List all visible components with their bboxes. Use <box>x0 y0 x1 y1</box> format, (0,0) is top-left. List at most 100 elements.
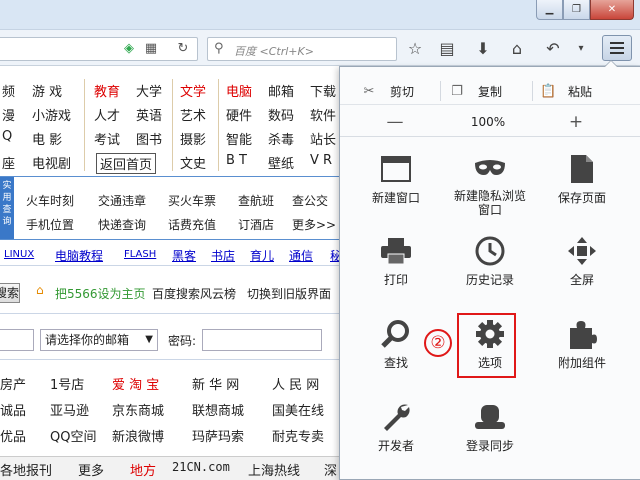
bottom-link[interactable]: 各地报刊 <box>0 460 52 479</box>
query-link[interactable]: 话费充值 <box>168 216 216 233</box>
nav-link[interactable]: 电脑 <box>226 81 252 100</box>
nav-link[interactable]: 教育 <box>94 81 120 100</box>
topic-link[interactable]: 通信 <box>289 247 313 264</box>
shop-link[interactable]: 京东商城 <box>112 400 164 419</box>
topic-link[interactable]: 电脑教程 <box>55 247 103 264</box>
zoom-out-button[interactable]: — <box>340 107 450 137</box>
copy-button[interactable]: ❐ 复制 <box>450 77 502 105</box>
query-link[interactable]: 交通违章 <box>98 192 146 209</box>
download-icon[interactable]: ⬇ <box>473 39 493 59</box>
nav-link[interactable]: 英语 <box>136 105 162 124</box>
shop-link[interactable]: 新 华 网 <box>192 374 239 393</box>
paste-button[interactable]: 📋 粘贴 <box>540 77 592 105</box>
menu-item-developer-wrench[interactable]: 开发者 <box>350 393 442 465</box>
menu-item-private-mask[interactable]: 新建隐私浏览窗口 <box>444 145 536 217</box>
shop-link[interactable]: 优品 <box>0 426 26 445</box>
shop-link[interactable]: 玛萨玛索 <box>192 426 244 445</box>
nav-link[interactable]: 频 <box>2 81 15 100</box>
username-field[interactable] <box>0 329 34 351</box>
shop-link[interactable]: 人 民 网 <box>272 374 319 393</box>
shop-link[interactable]: 亚马逊 <box>50 400 89 419</box>
query-link[interactable]: 查航班 <box>238 192 274 209</box>
menu-item-print[interactable]: 打印 <box>350 227 442 299</box>
nav-link[interactable]: 人才 <box>94 105 120 124</box>
back-history-icon[interactable]: ↶ <box>543 39 563 59</box>
menu-item-history-clock[interactable]: 历史记录 <box>444 227 536 299</box>
nav-link[interactable]: 大学 <box>136 81 162 100</box>
nav-link[interactable]: 电 影 <box>32 129 62 148</box>
nav-link[interactable]: 图书 <box>136 129 162 148</box>
nav-link[interactable]: 小游戏 <box>32 105 71 124</box>
bottom-link[interactable]: 21CN.com <box>172 460 230 474</box>
nav-link[interactable]: 游 戏 <box>32 81 62 100</box>
baidu-ranking-link[interactable]: 百度搜索风云榜 <box>152 285 236 302</box>
nav-link[interactable]: 数码 <box>268 105 294 124</box>
bottom-link[interactable]: 更多 <box>78 460 104 479</box>
search-button[interactable]: 搜索 <box>0 283 20 303</box>
restore-button[interactable]: ❐ <box>563 0 590 20</box>
query-link[interactable]: 更多>> <box>292 216 336 233</box>
nav-link[interactable]: 壁纸 <box>268 153 294 172</box>
menu-item-save-page[interactable]: 保存页面 <box>536 145 628 217</box>
shop-link[interactable]: 爱 淘 宝 <box>112 374 159 393</box>
topic-link[interactable]: 书店 <box>211 247 235 264</box>
old-ui-link[interactable]: 切换到旧版界面 <box>247 285 331 302</box>
menu-item-new-window[interactable]: 新建窗口 <box>350 145 442 217</box>
qr-code-icon[interactable]: ▦ <box>143 41 159 57</box>
shop-link[interactable]: 诚品 <box>0 400 26 419</box>
zoom-reset-button[interactable]: 100% <box>450 107 526 137</box>
zoom-in-button[interactable]: + <box>526 107 626 137</box>
shop-link[interactable]: 新浪微博 <box>112 426 164 445</box>
nav-link[interactable]: 艺术 <box>180 105 206 124</box>
menu-item-addons-puzzle[interactable]: 附加组件 <box>536 310 628 382</box>
nav-link[interactable]: 文史 <box>180 153 206 172</box>
nav-link[interactable]: 智能 <box>226 129 252 148</box>
nav-link[interactable]: 摄影 <box>180 129 206 148</box>
nav-link[interactable]: V R <box>310 153 332 168</box>
query-link[interactable]: 买火车票 <box>168 192 216 209</box>
bottom-link[interactable]: 上海热线 <box>248 460 300 479</box>
query-link[interactable]: 手机位置 <box>26 216 74 233</box>
nav-link[interactable]: 返回首页 <box>96 153 157 174</box>
nav-link[interactable]: 杀毒 <box>268 129 294 148</box>
shield-icon[interactable]: ◈ <box>121 41 137 57</box>
bottom-link[interactable]: 深 <box>324 460 337 479</box>
nav-link[interactable]: 软件 <box>310 105 336 124</box>
cut-button[interactable]: ✂ 剪切 <box>362 77 414 105</box>
query-link[interactable]: 快递查询 <box>98 216 146 233</box>
nav-link[interactable]: Q <box>2 129 12 144</box>
query-link[interactable]: 火车时刻 <box>26 192 74 209</box>
menu-item-sync-hat[interactable]: 登录同步 <box>444 393 536 465</box>
topic-link[interactable]: 育儿 <box>250 247 274 264</box>
topic-link[interactable]: LINUX <box>4 249 34 260</box>
dropdown-chevron-icon[interactable]: ▾ <box>571 39 591 59</box>
shop-link[interactable]: 联想商城 <box>192 400 244 419</box>
set-homepage-link[interactable]: 把5566设为主页 <box>55 285 146 302</box>
bookmark-star-icon[interactable]: ☆ <box>405 39 425 59</box>
bottom-link[interactable]: 地方 <box>130 460 156 479</box>
nav-link[interactable]: 站长 <box>310 129 336 148</box>
nav-link[interactable]: 下载 <box>310 81 336 100</box>
nav-link[interactable]: B T <box>226 153 247 168</box>
url-bar[interactable]: ◈ ▦ ↻ <box>0 37 198 61</box>
reload-icon[interactable]: ↻ <box>175 41 191 57</box>
shop-link[interactable]: 耐克专卖 <box>272 426 324 445</box>
mail-select[interactable]: 请选择你的邮箱 ▼ <box>40 329 158 351</box>
nav-link[interactable]: 电视剧 <box>32 153 71 172</box>
password-field[interactable] <box>202 329 322 351</box>
query-link[interactable]: 订酒店 <box>238 216 274 233</box>
nav-link[interactable]: 漫 <box>2 105 15 124</box>
reading-list-icon[interactable]: ▤ <box>437 39 457 59</box>
open-menu-button[interactable] <box>602 35 632 61</box>
nav-link[interactable]: 座 <box>2 153 15 172</box>
nav-link[interactable]: 文学 <box>180 81 206 100</box>
close-button[interactable]: ✕ <box>590 0 634 20</box>
shop-link[interactable]: 1号店 <box>50 374 84 393</box>
search-input[interactable]: ⚲ 百度 <Ctrl+K> <box>207 37 397 61</box>
menu-item-fullscreen[interactable]: 全屏 <box>536 227 628 299</box>
nav-link[interactable]: 硬件 <box>226 105 252 124</box>
shop-link[interactable]: 国美在线 <box>272 400 324 419</box>
minimize-button[interactable]: ▁ <box>536 0 563 20</box>
nav-link[interactable]: 考试 <box>94 129 120 148</box>
shop-link[interactable]: QQ空间 <box>50 426 96 445</box>
